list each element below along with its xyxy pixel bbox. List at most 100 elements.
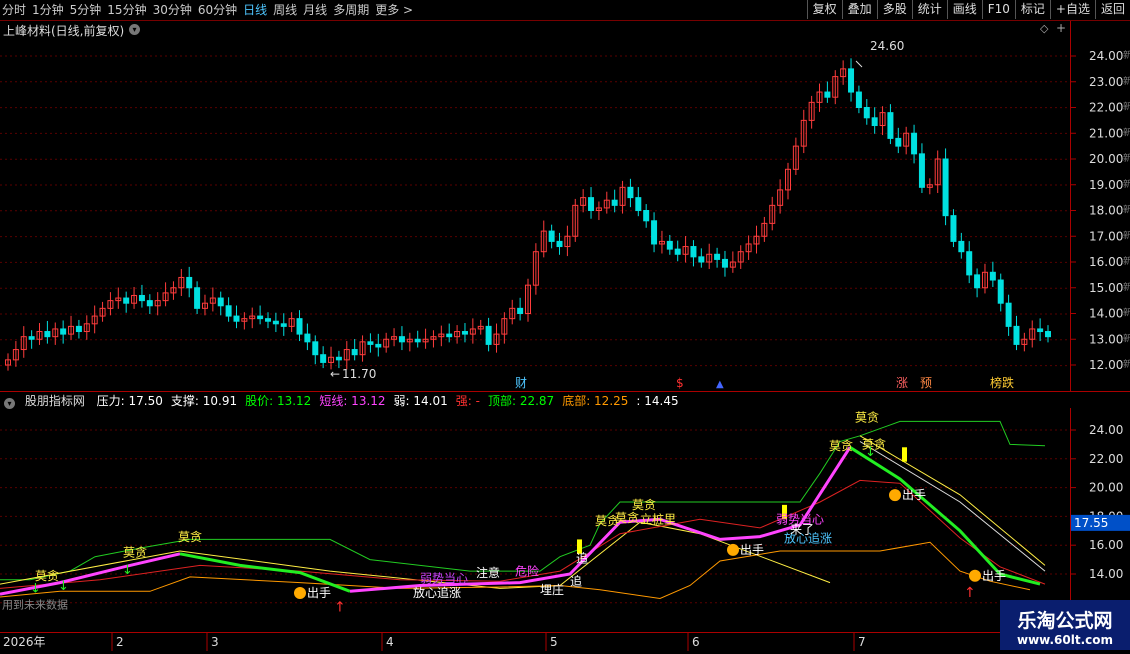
candle <box>241 312 248 330</box>
label-wei-xian: 危险 <box>515 563 539 578</box>
candle <box>871 107 878 134</box>
label-chu-shou: 出手 <box>982 569 1006 583</box>
candle-body <box>123 297 130 304</box>
tab-0[interactable]: 分时 <box>2 1 32 19</box>
watermark: 乐淘公式网 www.60lt.com <box>1000 600 1130 650</box>
short-line-down-2 <box>849 446 1041 586</box>
month-label: 5 <box>550 635 558 649</box>
candle <box>217 291 224 316</box>
tab-4[interactable]: 30分钟 <box>153 1 198 19</box>
event-marker-bangdie: 榜跌 <box>990 375 1014 390</box>
candle <box>194 281 201 315</box>
candle-body <box>588 197 595 211</box>
candle-body <box>517 307 524 315</box>
candle <box>824 81 831 103</box>
tool-button-1[interactable]: 叠加 <box>841 0 877 19</box>
tab-8[interactable]: 月线 <box>303 1 333 19</box>
tab-3[interactable]: 15分钟 <box>107 1 152 19</box>
sell-arrow: ↓ <box>30 582 41 597</box>
candle <box>966 241 973 284</box>
candle <box>1021 332 1028 352</box>
price-tick-label: 18.00 <box>1089 204 1123 218</box>
tool-button-3[interactable]: 统计 <box>911 0 947 19</box>
face-icon <box>727 543 739 556</box>
tool-button-4[interactable]: 画线 <box>946 0 982 19</box>
candle <box>131 286 138 309</box>
candle-body <box>60 328 67 335</box>
month-label: 6 <box>692 635 700 649</box>
indicator-field-2: 股价: 13.12 <box>245 394 312 408</box>
candle <box>170 281 177 300</box>
candle <box>20 326 27 358</box>
event-marker-triangle: ▲ <box>716 379 724 390</box>
candle-body <box>225 305 232 317</box>
candle-body <box>548 230 555 242</box>
indicator-field-0: 压力: 17.50 <box>96 394 163 408</box>
label-yin-zhuang: 立桩里 <box>640 512 676 527</box>
candle <box>146 294 153 315</box>
year-label: 2026年 <box>3 635 46 649</box>
label-mo-tan: 莫贪 <box>855 409 879 424</box>
candle <box>75 319 82 339</box>
candle <box>485 317 492 352</box>
candle-body <box>950 215 957 242</box>
tool-button-7[interactable]: +自选 <box>1049 0 1095 19</box>
tab-2[interactable]: 5分钟 <box>70 1 108 19</box>
ind-tick-label: 14.00 <box>1089 567 1123 581</box>
candle <box>83 315 90 340</box>
candle <box>706 243 713 269</box>
candle <box>808 95 815 129</box>
ind-tick-label: 20.00 <box>1089 481 1123 495</box>
tool-button-0[interactable]: 复权 <box>806 0 842 19</box>
candle <box>375 333 382 357</box>
candle <box>666 234 673 255</box>
candle <box>532 243 539 295</box>
event-marker-zhang: 涨 <box>896 375 908 390</box>
ind-tick-label: 22.00 <box>1089 452 1123 466</box>
candle <box>257 305 264 325</box>
label-mo-tan: 莫贪 <box>123 545 147 560</box>
candle-body <box>257 315 264 320</box>
tab-1[interactable]: 1分钟 <box>32 1 70 19</box>
candle-body <box>351 349 358 356</box>
watermark-url: www.60lt.com <box>1016 633 1114 647</box>
candle <box>840 60 847 85</box>
tool-button-8[interactable]: 返回 <box>1094 0 1130 19</box>
candle-body <box>918 153 925 188</box>
tool-button-2[interactable]: 多股 <box>876 0 912 19</box>
candle-body <box>375 343 382 348</box>
price-tick-label: 23.00 <box>1089 75 1123 89</box>
candle <box>5 353 11 371</box>
price-axis-svg: 24.00 新23.00 新22.00 新21.00 新20.00 新19.00 新18.0… <box>1071 49 1130 372</box>
tool-button-5[interactable]: F10 <box>981 0 1015 19</box>
tab-7[interactable]: 周线 <box>273 1 303 19</box>
tab-10[interactable]: 更多 > <box>375 1 419 19</box>
indicator-chart[interactable]: 莫贪莫贪莫贪莫贪莫贪莫贪 莫贪莫贪出手出手出手出手注意 危险弱势当心弱势当心立桩里莫… <box>0 408 1070 632</box>
candle <box>454 325 461 344</box>
candle <box>422 328 429 349</box>
candlestick-chart[interactable]: 24.60 ← 11.70 财 $ ▲ 涨预 榜跌 <box>0 21 1070 391</box>
candle <box>265 312 271 329</box>
tab-5[interactable]: 60分钟 <box>198 1 243 19</box>
tab-9[interactable]: 多周期 <box>333 1 375 19</box>
candle-body <box>335 356 342 361</box>
candle <box>572 198 579 242</box>
price-tick-label: 16.00 <box>1089 255 1123 269</box>
candle-body <box>863 107 870 119</box>
candle <box>761 216 768 242</box>
candle <box>721 250 728 277</box>
candle-body <box>911 132 918 155</box>
label-chu-shou: 出手 <box>902 488 926 502</box>
candle <box>154 292 161 316</box>
candle <box>186 266 193 298</box>
candle <box>501 312 508 344</box>
tab-6[interactable]: 日线 <box>243 1 273 19</box>
resistance-line-2 <box>859 435 1046 566</box>
month-label: 7 <box>858 635 866 649</box>
candle <box>320 346 327 369</box>
candle-body <box>414 338 421 343</box>
tool-button-6[interactable]: 标记 <box>1014 0 1050 19</box>
candle <box>737 245 744 269</box>
candle-body <box>848 68 855 93</box>
candle <box>863 99 870 125</box>
